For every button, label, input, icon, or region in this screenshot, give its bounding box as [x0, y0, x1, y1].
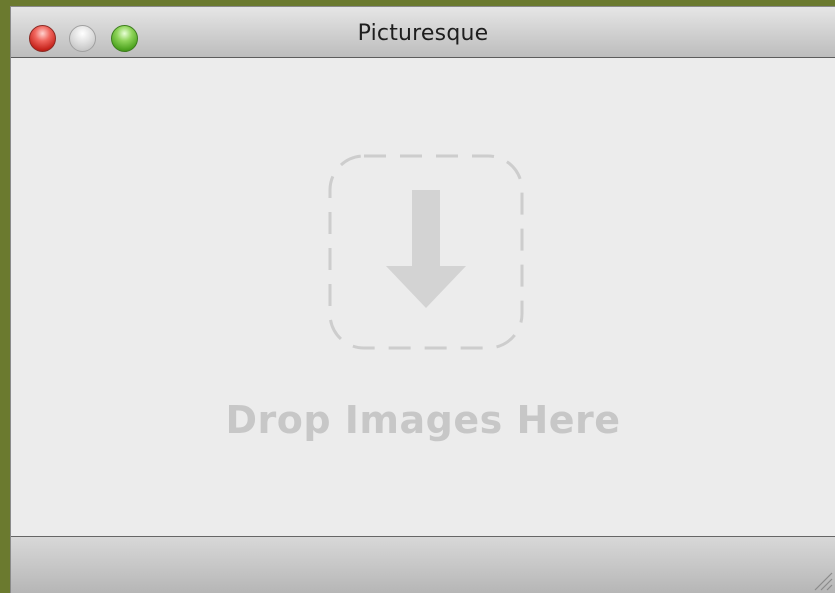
- app-window: Picturesque Drop Images Here: [10, 6, 835, 593]
- drop-images-label: Drop Images Here: [225, 398, 621, 442]
- window-title: Picturesque: [357, 21, 489, 46]
- drop-target-area[interactable]: Drop Images Here: [11, 58, 835, 538]
- title-bar[interactable]: Picturesque: [11, 7, 835, 58]
- bottom-status-bar: [11, 536, 835, 593]
- drop-zone-icon: [328, 154, 524, 350]
- download-arrow-icon: [386, 190, 466, 308]
- resize-grip-icon[interactable]: [811, 569, 833, 591]
